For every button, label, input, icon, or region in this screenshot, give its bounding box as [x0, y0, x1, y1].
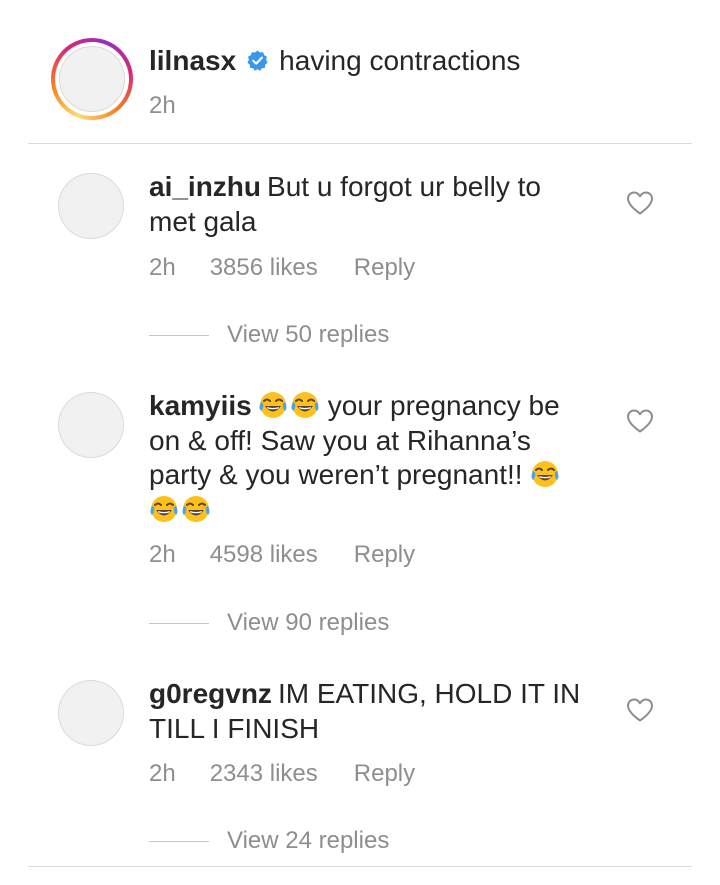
caption-username[interactable]: lilnasx: [149, 45, 236, 76]
comment-meta: 2h 4598 likes Reply: [149, 541, 415, 569]
likes-count[interactable]: 2343 likes: [210, 760, 318, 788]
tears-of-joy-emoji-icon: [258, 390, 288, 420]
view-replies-label: View 24 replies: [227, 827, 390, 854]
author-avatar[interactable]: [51, 38, 133, 120]
view-replies-label: View 90 replies: [227, 609, 390, 636]
replies-line: [149, 335, 209, 337]
likes-count[interactable]: 3856 likes: [210, 254, 318, 282]
reply-button[interactable]: Reply: [354, 541, 415, 569]
caption-timestamp: 2h: [149, 92, 176, 119]
like-heart-icon[interactable]: [626, 408, 654, 434]
divider: [28, 143, 692, 144]
caption-line: lilnasx having contractions: [149, 44, 520, 78]
comment-timestamp: 2h: [149, 541, 176, 568]
comment-text: g0regvnz IM EATING, HOLD IT IN TILL I FIN…: [149, 677, 594, 746]
comment-text: kamyiis your pregnancy be on & off! Saw y…: [149, 389, 594, 527]
comment-meta: 2h 3856 likes Reply: [149, 254, 415, 282]
view-replies-button[interactable]: View 50 replies: [149, 321, 389, 349]
caption-text: having contractions: [279, 45, 521, 76]
tears-of-joy-emoji-icon: [290, 390, 320, 420]
divider: [28, 866, 692, 867]
replies-line: [149, 841, 209, 843]
comment-timestamp: 2h: [149, 254, 176, 281]
avatar[interactable]: [58, 173, 124, 239]
view-replies-button[interactable]: View 24 replies: [149, 827, 389, 855]
replies-line: [149, 623, 209, 625]
view-replies-label: View 50 replies: [227, 321, 390, 348]
tears-of-joy-emoji-icon: [181, 494, 211, 524]
comment-timestamp: 2h: [149, 760, 176, 787]
like-heart-icon[interactable]: [626, 697, 654, 723]
avatar[interactable]: [58, 680, 124, 746]
avatar[interactable]: [58, 392, 124, 458]
post-caption: lilnasx having contractions 2h: [0, 0, 720, 143]
tears-of-joy-emoji-icon: [530, 459, 560, 489]
verified-badge-icon: [247, 50, 268, 71]
tears-of-joy-emoji-icon: [149, 494, 179, 524]
reply-button[interactable]: Reply: [354, 760, 415, 788]
comment-username[interactable]: kamyiis: [149, 390, 252, 421]
comment-username[interactable]: ai_inzhu: [149, 171, 261, 202]
like-heart-icon[interactable]: [626, 190, 654, 216]
comment-text: ai_inzhu But u forgot ur belly to met gal…: [149, 170, 594, 239]
comment-username[interactable]: g0regvnz: [149, 678, 272, 709]
view-replies-button[interactable]: View 90 replies: [149, 609, 389, 637]
likes-count[interactable]: 4598 likes: [210, 541, 318, 569]
avatar-image: [59, 46, 125, 112]
reply-button[interactable]: Reply: [354, 254, 415, 282]
comment-meta: 2h 2343 likes Reply: [149, 760, 415, 788]
